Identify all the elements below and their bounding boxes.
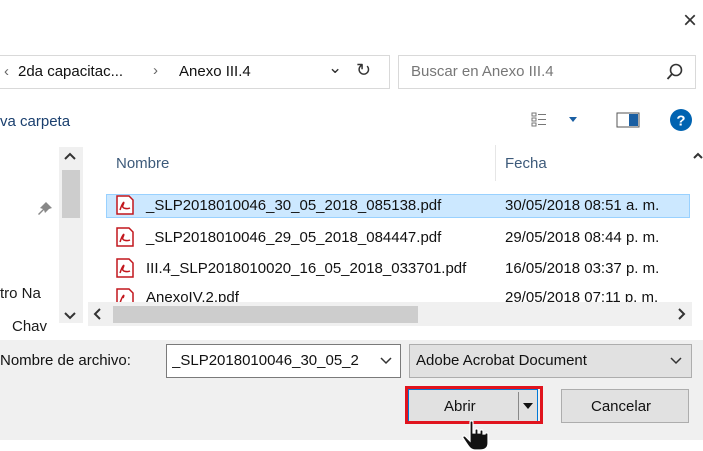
pointer-cursor-icon <box>462 420 489 451</box>
nav-item-centro-nacional[interactable]: tro Na <box>0 285 41 302</box>
close-button[interactable]: × <box>679 8 701 34</box>
refresh-icon[interactable]: ↻ <box>356 60 371 81</box>
file-date: 16/05/2018 03:37 p. m. <box>505 260 660 277</box>
nav-pane-scroll-thumb[interactable] <box>62 170 80 218</box>
search-input[interactable]: Buscar en Anexo III.4 <box>411 63 554 80</box>
file-date: 30/05/2018 08:51 a. m. <box>505 197 660 214</box>
file-date: 29/05/2018 08:44 p. m. <box>505 229 660 246</box>
partial-row-clip: AnexoIV.2.pdf 29/05/2018 07:11 p. m. <box>146 288 686 302</box>
pdf-icon <box>116 288 134 302</box>
file-name[interactable]: _SLP2018010046_30_05_2018_085138.pdf <box>146 197 441 214</box>
pdf-icon <box>116 227 134 247</box>
file-type-value[interactable]: Adobe Acrobat Document <box>416 352 587 369</box>
column-divider[interactable] <box>495 145 496 181</box>
cancel-button-label[interactable]: Cancelar <box>591 398 651 415</box>
address-dropdown-icon[interactable]: ⌄ <box>328 58 342 78</box>
breadcrumb-overflow-icon[interactable]: ‹ <box>4 63 9 81</box>
file-name[interactable]: _SLP2018010046_29_05_2018_084447.pdf <box>146 229 441 246</box>
breadcrumb-separator-icon: › <box>153 62 158 79</box>
scroll-left-icon[interactable] <box>93 308 103 320</box>
column-header-name[interactable]: Nombre <box>116 155 169 172</box>
file-type-dropdown-icon[interactable] <box>670 357 682 365</box>
breadcrumb-2da-capacitacion[interactable]: 2da capacitac... <box>18 63 123 81</box>
pdf-icon <box>116 258 134 278</box>
help-icon[interactable]: ? <box>669 108 693 132</box>
new-folder-button[interactable]: va carpeta <box>0 113 70 130</box>
file-date: 29/05/2018 07:11 p. m. <box>505 289 659 302</box>
svg-text:?: ? <box>676 113 685 130</box>
filename-value[interactable]: _SLP2018010046_30_05_2 <box>172 352 372 369</box>
open-button-highlight <box>405 386 543 424</box>
column-header-date[interactable]: Fecha <box>505 155 547 172</box>
preview-pane-icon[interactable] <box>616 111 640 129</box>
view-options-icon[interactable] <box>531 111 579 129</box>
file-name[interactable]: AnexoIV.2.pdf <box>146 289 239 302</box>
nav-item-chavez[interactable]: Chav <box>12 318 47 335</box>
filename-label: Nombre de archivo: <box>0 352 131 369</box>
breadcrumb-anexo-iii4[interactable]: Anexo III.4 <box>179 63 251 81</box>
list-scroll-up-icon[interactable] <box>693 151 703 161</box>
pin-icon <box>38 202 52 215</box>
pdf-icon <box>116 195 134 215</box>
file-name[interactable]: III.4_SLP2018010020_16_05_2018_033701.pd… <box>146 260 466 277</box>
horizontal-scroll-thumb[interactable] <box>113 306 418 323</box>
scroll-down-icon[interactable] <box>63 311 77 321</box>
scroll-right-icon[interactable] <box>676 308 686 320</box>
filename-dropdown-icon[interactable] <box>380 357 392 365</box>
search-icon[interactable] <box>666 63 684 81</box>
scroll-up-icon[interactable] <box>63 151 77 161</box>
